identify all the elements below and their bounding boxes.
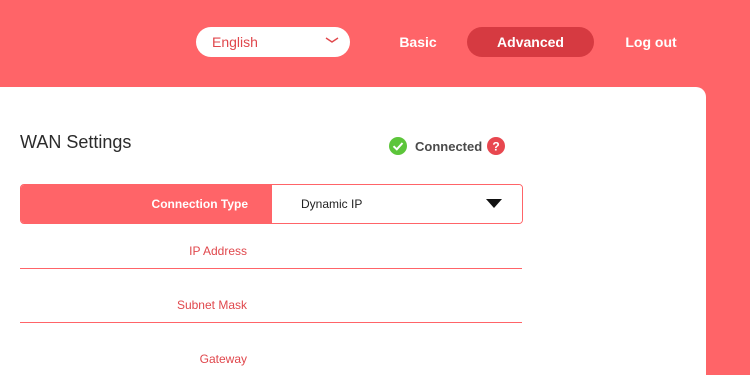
subnet-mask-label: Subnet Mask — [176, 298, 247, 312]
status-text: Connected — [415, 138, 483, 154]
connection-type-label: Connection Type — [21, 185, 272, 223]
connection-type-row: Connection Type Dynamic IP — [20, 184, 523, 224]
connection-status: Connected — [389, 136, 482, 156]
wan-settings-panel: WAN Settings Connected ? Connection Type… — [0, 87, 706, 375]
connection-type-select[interactable]: Dynamic IP — [272, 185, 522, 223]
gateway-row: Gateway — [20, 346, 522, 375]
svg-text:?: ? — [492, 140, 499, 154]
page-title: WAN Settings — [20, 132, 132, 152]
gateway-label: Gateway — [199, 352, 247, 366]
language-value: English — [212, 34, 258, 50]
nav-basic[interactable]: Basic — [392, 27, 444, 57]
nav-advanced[interactable]: Advanced — [467, 27, 594, 57]
chevron-down-icon — [325, 37, 339, 43]
dropdown-arrow-icon — [486, 199, 502, 208]
help-icon[interactable]: ? — [487, 137, 505, 155]
check-circle-icon — [389, 137, 407, 155]
ip-address-label: IP Address — [189, 244, 247, 258]
subnet-mask-row: Subnet Mask — [20, 292, 522, 323]
logout-button[interactable]: Log out — [618, 27, 684, 57]
language-select[interactable]: English — [196, 27, 350, 57]
ip-address-row: IP Address — [20, 238, 522, 269]
router-admin-page: English Basic Advanced Log out WAN Setti… — [0, 0, 750, 375]
connection-type-value: Dynamic IP — [301, 197, 363, 211]
